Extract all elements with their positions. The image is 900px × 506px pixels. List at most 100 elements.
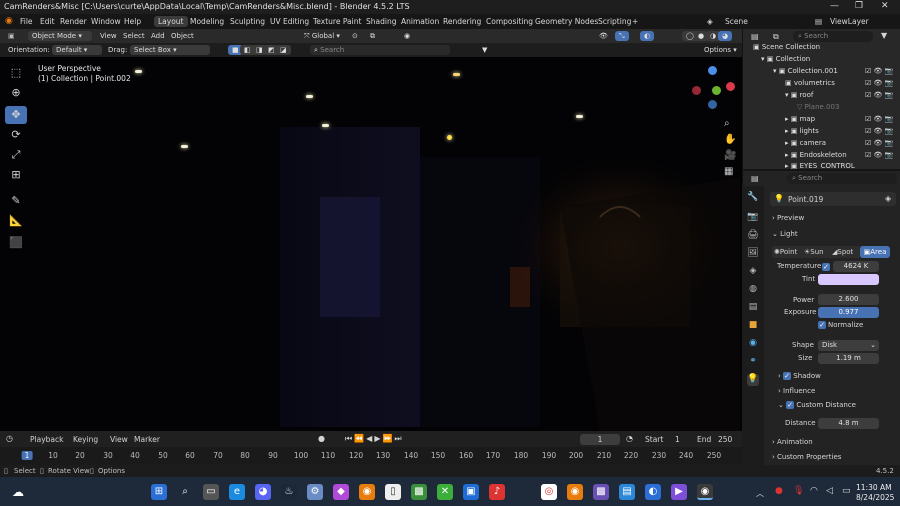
taskbar-time[interactable]: 11:30 AM bbox=[856, 483, 892, 492]
menu-timeline-view[interactable]: View bbox=[110, 435, 128, 444]
physics-tab-icon[interactable]: ◉ bbox=[747, 338, 759, 350]
move-tool-icon[interactable]: ✥ bbox=[5, 106, 27, 124]
menu-help[interactable]: Help bbox=[124, 17, 141, 26]
task-view-icon[interactable]: ▭ bbox=[203, 484, 219, 500]
outliner-plane-003[interactable]: ▽ Plane.003 bbox=[797, 103, 839, 114]
maximize-button[interactable]: ❐ bbox=[855, 1, 863, 11]
edge-dev-icon[interactable]: ◐ bbox=[645, 484, 661, 500]
pan-icon[interactable]: ✋ bbox=[724, 134, 736, 145]
tab-animation[interactable]: Animation bbox=[401, 17, 439, 26]
exposure-field[interactable]: 0.977 bbox=[818, 307, 879, 318]
volume-icon[interactable]: ◁ bbox=[826, 486, 833, 496]
checkbox-icon[interactable]: ☑ 👁 📷 bbox=[865, 151, 893, 159]
clipchamp-icon[interactable]: ▶ bbox=[671, 484, 687, 500]
weather-icon[interactable]: ☁ bbox=[10, 484, 26, 500]
menu-select[interactable]: Select bbox=[119, 31, 149, 41]
outliner-collection[interactable]: ▾ ▣ Collection bbox=[761, 55, 810, 66]
outliner-lights[interactable]: ▸ ▣ lights bbox=[785, 127, 819, 138]
checkbox-icon[interactable]: ☑ 👁 📷 bbox=[865, 67, 893, 75]
outliner-editor-icon[interactable]: ▤ bbox=[751, 32, 759, 41]
menu-playback[interactable]: Playback bbox=[30, 435, 63, 444]
shading-rendered-icon[interactable]: ◕ bbox=[718, 31, 733, 41]
collection-tab-icon[interactable]: ▤ bbox=[747, 302, 759, 314]
checkbox-icon[interactable]: ☑ 👁 📷 bbox=[865, 79, 893, 87]
section-shadow[interactable]: › ✓ Shadow bbox=[778, 372, 821, 380]
light-data-tab-icon[interactable]: 💡 bbox=[747, 374, 759, 386]
tray-app-icon[interactable]: ● bbox=[775, 486, 783, 496]
tab-scripting[interactable]: Scripting bbox=[598, 17, 631, 26]
xbox-icon[interactable]: ✕ bbox=[437, 484, 453, 500]
drag-dropdown[interactable]: Select Box ▾ bbox=[130, 45, 210, 55]
minimize-button[interactable]: — bbox=[830, 1, 839, 11]
transform-orientation[interactable]: ⤧ Global ▾ bbox=[300, 31, 344, 41]
tint-color-swatch[interactable] bbox=[818, 274, 879, 285]
menu-render[interactable]: Render bbox=[60, 17, 87, 26]
custom-distance-checkbox[interactable]: ✓ bbox=[786, 401, 795, 409]
light-type-spot[interactable]: ◢Spot bbox=[832, 248, 853, 256]
overlay-toggle-icon[interactable]: ◐ bbox=[640, 31, 655, 41]
properties-search-input[interactable]: ⌕ Search bbox=[787, 173, 897, 184]
temperature-field[interactable]: 4624 K bbox=[833, 261, 879, 272]
outliner-scene-collection[interactable]: ▣ Scene Collection bbox=[753, 43, 820, 54]
mic-icon[interactable]: 🎙 bbox=[793, 486, 804, 496]
edge-icon[interactable]: e bbox=[229, 484, 245, 500]
outliner[interactable]: ▤ ⧉ ⌕ Search ▼ ▣ Scene Collection ▾ ▣ Co… bbox=[742, 29, 900, 170]
blender-icon-2[interactable]: ◉ bbox=[567, 484, 583, 500]
neg-x-axis-icon[interactable] bbox=[692, 86, 701, 95]
mode-selector[interactable]: Object Mode ▾ bbox=[28, 31, 92, 41]
object-name-field[interactable]: 💡 Point.019 ◈ bbox=[770, 192, 896, 206]
snap-icon[interactable]: ⧉ bbox=[366, 31, 379, 41]
gizmo-toggle-icon[interactable]: ⤡ bbox=[615, 31, 629, 41]
start-value[interactable]: 1 bbox=[675, 435, 680, 444]
output-tab-icon[interactable]: 🖨 bbox=[747, 230, 759, 242]
checkbox-icon[interactable]: ☑ 👁 📷 bbox=[865, 91, 893, 99]
outliner-collection-001[interactable]: ▾ ▣ Collection.001 bbox=[773, 67, 838, 78]
taskbar-date[interactable]: 8/24/2025 bbox=[856, 493, 894, 502]
tool-tab-icon[interactable]: 🔧 bbox=[747, 192, 759, 204]
section-preview[interactable]: › Preview bbox=[772, 214, 804, 222]
scene-tab-icon[interactable]: ◈ bbox=[747, 266, 759, 278]
light-type-point[interactable]: ✺Point bbox=[774, 248, 797, 256]
search-icon[interactable]: ⌕ bbox=[177, 484, 193, 500]
header-search-input[interactable]: ⌕ Search bbox=[310, 45, 450, 55]
neg-z-axis-icon[interactable] bbox=[708, 100, 717, 109]
pivot-icon[interactable]: ⊙ bbox=[348, 31, 362, 41]
menu-window[interactable]: Window bbox=[91, 17, 121, 26]
chrome-icon[interactable]: ◎ bbox=[541, 484, 557, 500]
settings-icon[interactable]: ⚙ bbox=[307, 484, 323, 500]
camera-view-icon[interactable]: 🎥 bbox=[724, 150, 736, 161]
ortho-toggle-icon[interactable]: ▦ bbox=[724, 166, 733, 177]
zoom-icon[interactable]: ⌕ bbox=[724, 118, 730, 129]
outliner-roof[interactable]: ▾ ▣ roof bbox=[785, 91, 813, 102]
editor-type-icon[interactable]: ▣ bbox=[4, 31, 19, 41]
start-button-icon[interactable]: ⊞ bbox=[151, 484, 167, 500]
add-workspace-icon[interactable]: + bbox=[632, 17, 638, 26]
x-axis-icon[interactable] bbox=[726, 82, 735, 91]
menu-keying[interactable]: Keying bbox=[73, 435, 98, 444]
light-type-selector[interactable]: ✺Point ☀Sun ◢Spot ▣Area bbox=[772, 246, 890, 258]
measure-tool-icon[interactable]: 📐 bbox=[5, 212, 27, 230]
tab-sculpting[interactable]: Sculpting bbox=[230, 17, 265, 26]
notepad-icon[interactable]: ▤ bbox=[619, 484, 635, 500]
visibility-icon[interactable]: 👁 bbox=[595, 31, 612, 41]
outliner-volumetrics[interactable]: ▣ volumetrics bbox=[785, 79, 835, 90]
menu-marker[interactable]: Marker bbox=[134, 435, 160, 444]
light-type-sun[interactable]: ☀Sun bbox=[804, 248, 824, 256]
menu-edit[interactable]: Edit bbox=[40, 17, 55, 26]
shield-icon[interactable]: ◈ bbox=[885, 194, 891, 203]
z-axis-icon[interactable] bbox=[708, 66, 717, 75]
display-mode-icon[interactable]: ⧉ bbox=[773, 32, 779, 42]
properties-editor-icon[interactable]: ▤ bbox=[751, 174, 759, 183]
frame-indicator[interactable]: 1 bbox=[21, 451, 33, 460]
shadow-checkbox[interactable]: ✓ bbox=[783, 372, 792, 380]
select-box-tool-icon[interactable]: ⬚ bbox=[5, 64, 27, 82]
checkbox-icon[interactable]: ☑ 👁 📷 bbox=[865, 115, 893, 123]
shape-dropdown[interactable]: Disk ⌄ bbox=[818, 340, 879, 351]
tab-compositing[interactable]: Compositing bbox=[486, 17, 533, 26]
tab-texture-paint[interactable]: Texture Paint bbox=[313, 17, 361, 26]
blender-active-icon[interactable]: ◉ bbox=[697, 484, 713, 500]
tab-rendering[interactable]: Rendering bbox=[443, 17, 481, 26]
blender-icon[interactable]: ◉ bbox=[359, 484, 375, 500]
tab-geometry-nodes[interactable]: Geometry Nodes bbox=[535, 17, 598, 26]
end-value[interactable]: 250 bbox=[718, 435, 732, 444]
